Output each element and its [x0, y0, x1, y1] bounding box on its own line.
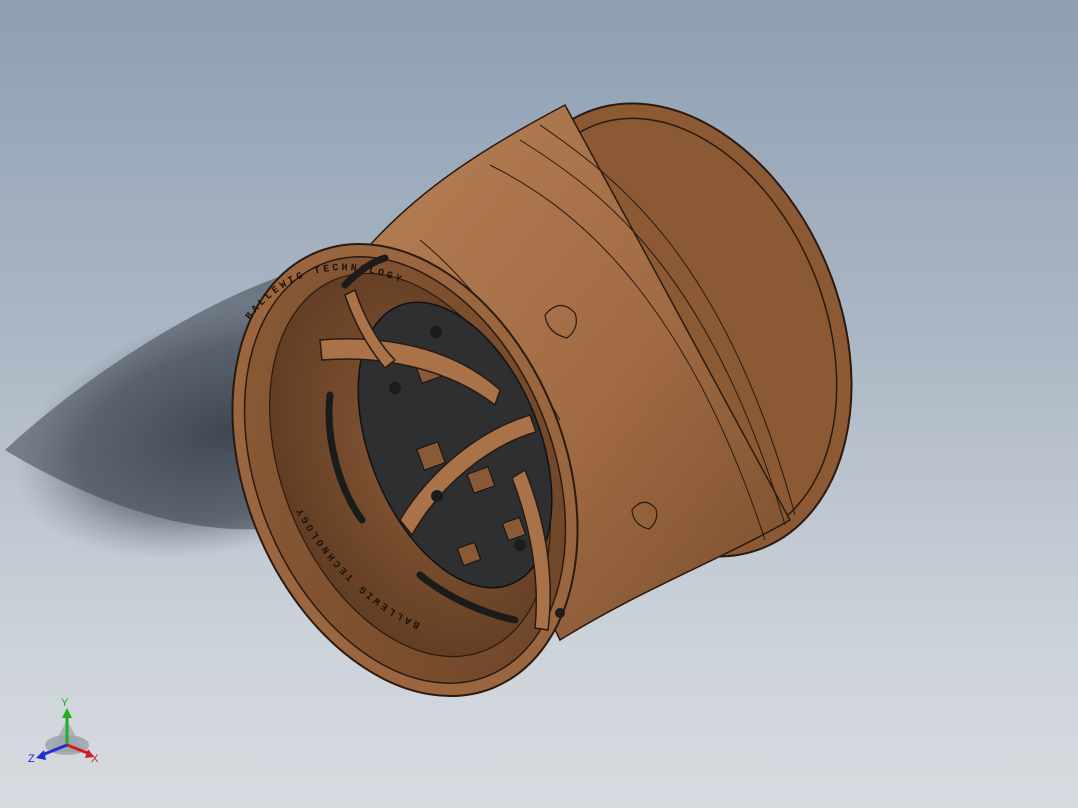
view-orientation-triad[interactable]: Y X Z	[22, 690, 112, 780]
graphics-viewport[interactable]: BALLEWIG TECHNOLOGY BALLEWIG TECHNOLOGY	[0, 0, 1078, 808]
wheel-rim-model[interactable]: BALLEWIG TECHNOLOGY BALLEWIG TECHNOLOGY	[169, 50, 916, 748]
x-axis-label: X	[91, 753, 99, 765]
y-axis-label: Y	[61, 697, 69, 709]
z-axis-label: Z	[28, 753, 35, 765]
